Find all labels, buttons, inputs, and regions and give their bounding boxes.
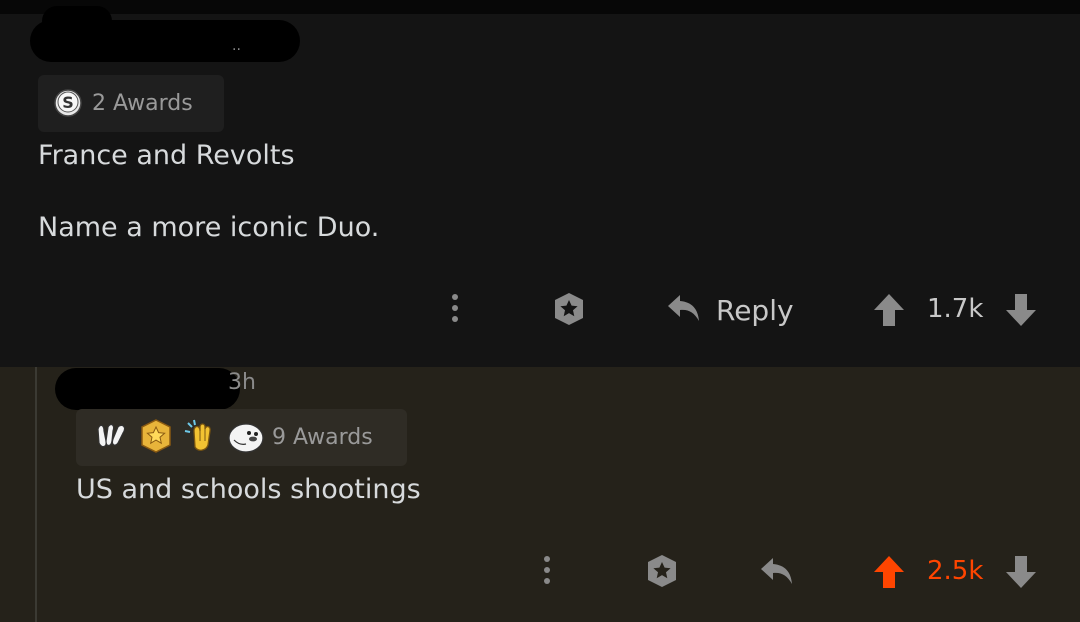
comment-2-awards[interactable]: 9 Awards: [76, 409, 407, 466]
star-award-icon: [138, 418, 174, 458]
clap-award-icon: [180, 417, 220, 459]
seal-award-icon: [226, 418, 266, 458]
comment-1-more-options[interactable]: [451, 294, 459, 322]
redacted-username-2: [55, 368, 240, 410]
comment-1-score: 1.7k: [927, 294, 983, 324]
comment-2-score: 2.5k: [927, 556, 983, 586]
downvote-arrow-icon: [1004, 554, 1038, 594]
comment-1-line-1: France and Revolts: [38, 140, 295, 171]
award-give-icon: [551, 291, 587, 331]
comment-2-line-1: US and schools shootings: [76, 474, 421, 505]
comment-1-awards[interactable]: S 2 Awards: [38, 75, 224, 132]
comment-1-line-2: Name a more iconic Duo.: [38, 212, 380, 243]
comment-1: [0, 14, 1080, 367]
comment-2-more-options[interactable]: [543, 556, 551, 584]
reply-label: Reply: [716, 293, 794, 327]
comment-1-awards-label: 2 Awards: [92, 91, 193, 116]
reply-arrow-icon: [666, 291, 702, 329]
more-options-icon: [451, 294, 459, 322]
comment-1-downvote-button[interactable]: [1004, 292, 1038, 332]
reply-arrow-icon: [759, 554, 795, 592]
comment-1-score-text: 1.7k: [927, 294, 984, 324]
upvote-arrow-icon: [872, 554, 906, 594]
comment-1-give-award[interactable]: [551, 291, 587, 331]
comment-1-upvote-button[interactable]: [872, 292, 906, 332]
silver-award-icon: S: [52, 86, 84, 122]
upvote-arrow-icon: [872, 292, 906, 332]
downvote-arrow-icon: [1004, 292, 1038, 332]
redacted-username-1-blob: [42, 6, 112, 36]
top-strip: [0, 0, 1080, 14]
comment-1-reply-button[interactable]: Reply: [666, 288, 794, 332]
svg-text:S: S: [62, 93, 74, 112]
thread-line[interactable]: [35, 367, 37, 622]
comment-1-meta: ..: [232, 38, 241, 54]
wholesome-award-icon: [94, 419, 132, 457]
comment-2-reply-button[interactable]: [759, 554, 795, 592]
award-give-icon: [644, 553, 680, 593]
comment-2-time: 3h: [228, 370, 256, 395]
comment-2-score-text: 2.5k: [927, 556, 984, 586]
comment-2-upvote-button[interactable]: [872, 554, 906, 594]
comment-2-downvote-button[interactable]: [1004, 554, 1038, 594]
comment-2-give-award[interactable]: [644, 553, 680, 593]
more-options-icon: [543, 556, 551, 584]
comment-2-awards-label: 9 Awards: [272, 425, 373, 450]
